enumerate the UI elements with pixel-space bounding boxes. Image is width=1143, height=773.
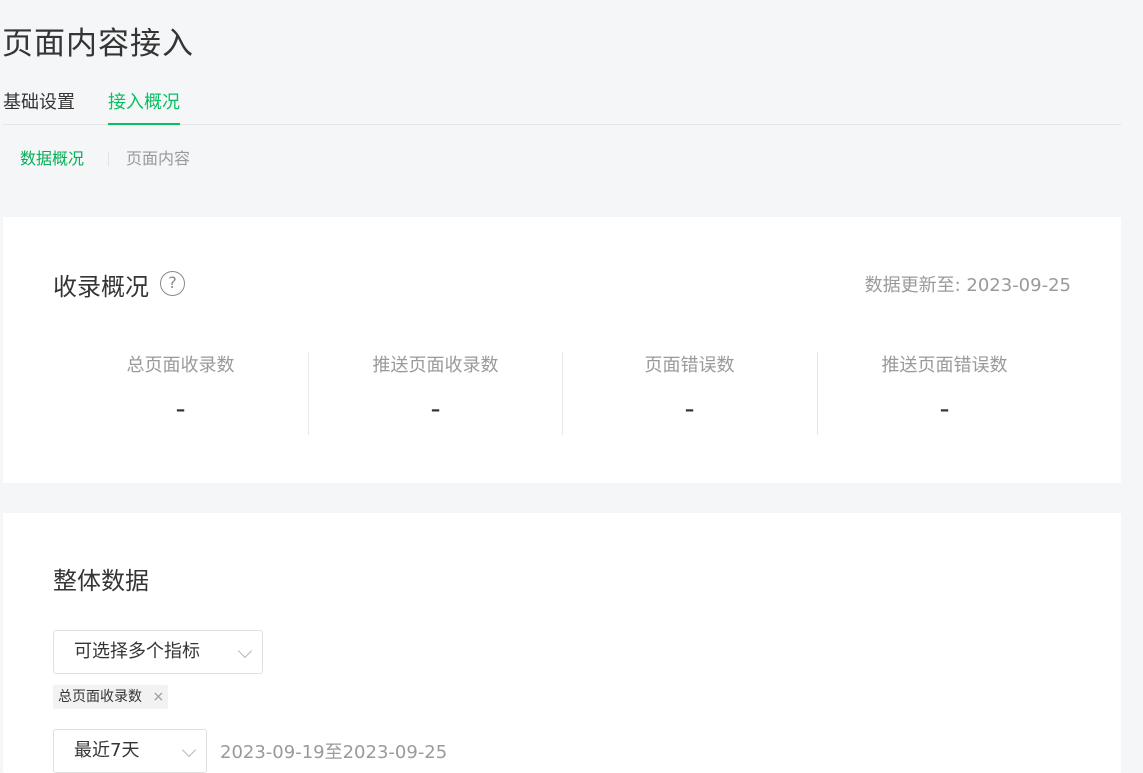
stat-page-errors: 页面错误数 - [562, 352, 817, 435]
tab-basic-settings[interactable]: 基础设置 [3, 90, 75, 125]
tag-label: 总页面收录数 [58, 689, 142, 705]
stat-label: 总页面收录数 [126, 355, 235, 376]
date-range-select[interactable]: 最近7天 [53, 729, 207, 773]
chevron-down-icon [181, 742, 197, 758]
overview-title: 收录概况 [53, 273, 149, 301]
chevron-down-icon [237, 643, 253, 659]
stat-label: 推送页面错误数 [881, 355, 1008, 376]
metric-select-placeholder: 可选择多个指标 [74, 641, 200, 662]
question-circle-icon[interactable]: ? [160, 271, 185, 296]
overall-data-title: 整体数据 [53, 567, 149, 595]
stat-total-indexed: 总页面收录数 - [53, 352, 308, 435]
sub-tab-page-content[interactable]: 页面内容 [126, 148, 190, 170]
overall-data-card: 整体数据 可选择多个指标 总页面收录数 × 最近7天 2023-09-19至20… [3, 513, 1121, 773]
date-range-select-value: 最近7天 [74, 740, 140, 761]
selected-metric-tag: 总页面收录数 × [53, 685, 169, 709]
metric-select[interactable]: 可选择多个指标 [53, 630, 263, 674]
stat-pushed-errors: 推送页面错误数 - [817, 352, 1072, 435]
main-tab-bar: 基础设置 接入概况 [3, 90, 1121, 125]
sub-tab-divider [108, 152, 109, 166]
stat-value: - [175, 392, 186, 425]
data-update-text: 数据更新至: 2023-09-25 [864, 275, 1071, 296]
overview-card: 收录概况 ? 数据更新至: 2023-09-25 总页面收录数 - 推送页面收录… [3, 217, 1121, 483]
tab-access-overview[interactable]: 接入概况 [108, 90, 180, 125]
stat-value: - [430, 392, 441, 425]
date-range-text: 2023-09-19至2023-09-25 [220, 742, 448, 763]
close-icon[interactable]: × [152, 685, 164, 709]
stat-value: - [684, 392, 695, 425]
page-title: 页面内容接入 [2, 26, 194, 62]
stat-value: - [939, 392, 950, 425]
stat-pushed-indexed: 推送页面收录数 - [308, 352, 563, 435]
stat-label: 页面错误数 [644, 355, 735, 376]
sub-tab-data-overview[interactable]: 数据概况 [20, 148, 84, 170]
stat-label: 推送页面收录数 [372, 355, 499, 376]
